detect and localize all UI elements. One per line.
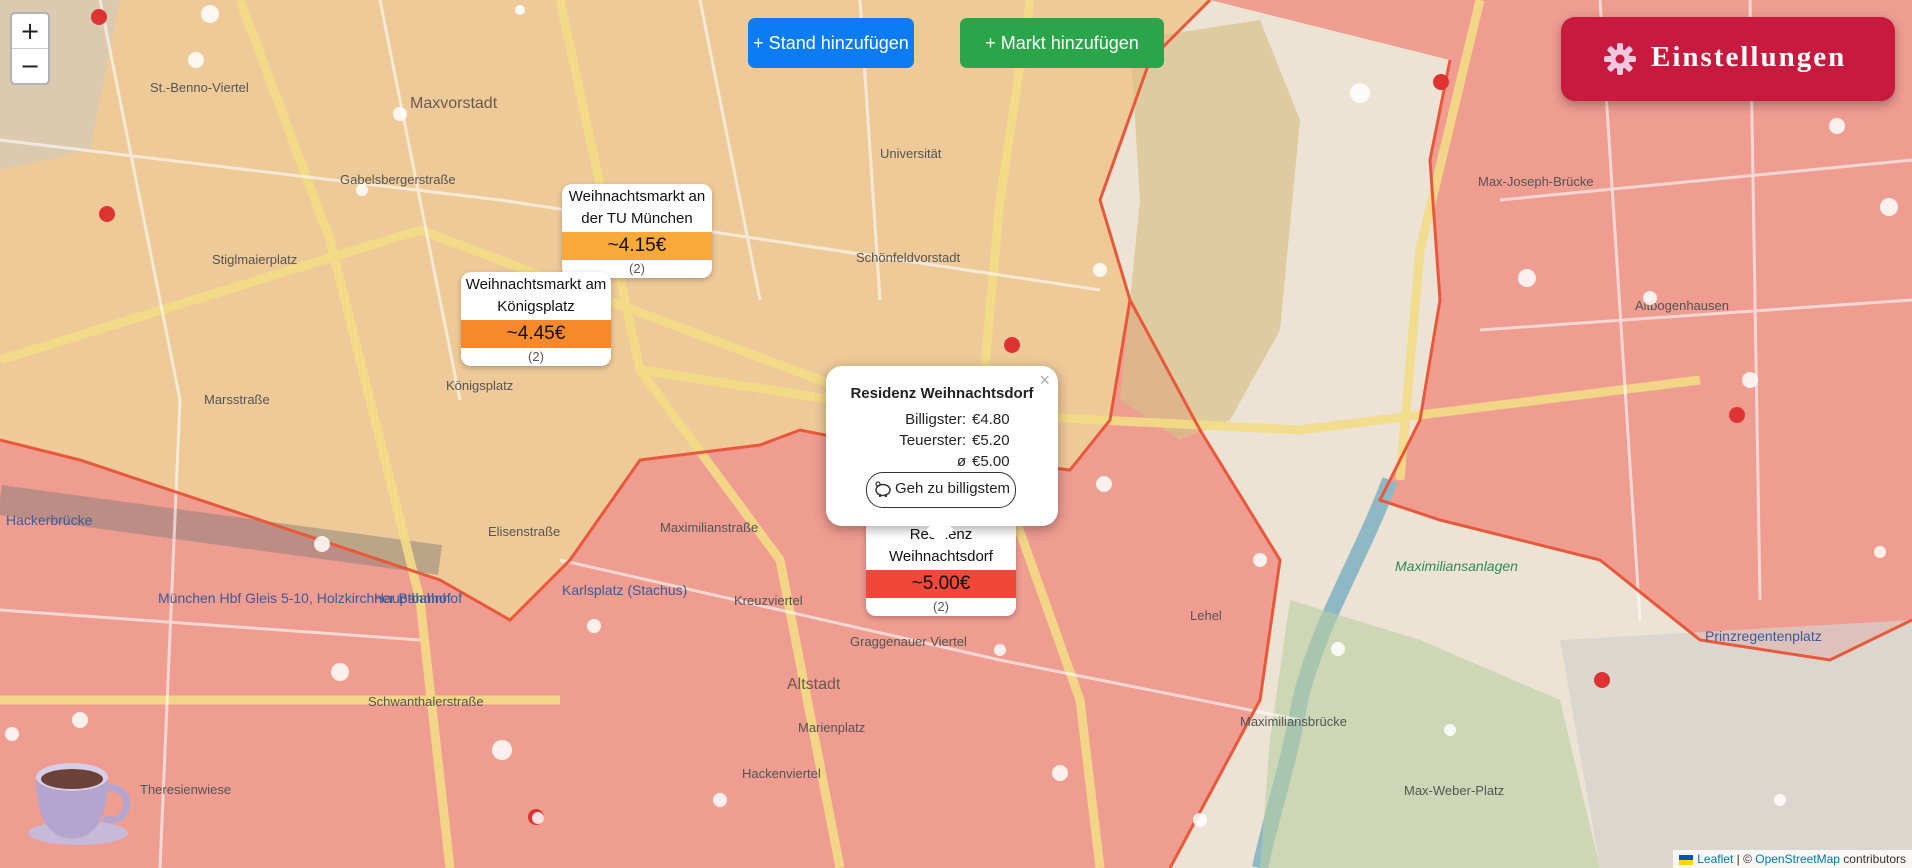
snowflake (1880, 198, 1898, 216)
snowflake (1350, 83, 1370, 103)
market-price: ~4.45€ (461, 320, 611, 348)
zoom-control: + − (10, 12, 50, 85)
place-label: Marienplatz (798, 720, 866, 735)
place-label: Hackenviertel (742, 766, 821, 781)
market-marker-tu[interactable]: Weihnachtsmarkt an der TU München ~4.15€… (562, 184, 712, 278)
add-market-button[interactable]: + Markt hinzufügen (960, 18, 1164, 68)
zoom-in-button[interactable]: + (12, 14, 48, 48)
average-value: €5.00 (972, 453, 1010, 470)
place-label: Max-Joseph-Brücke (1478, 174, 1594, 189)
place-label: Maximiliansanlagen (1395, 558, 1518, 574)
place-label: Max-Weber-Platz (1404, 783, 1505, 798)
place-label: Königsplatz (446, 378, 514, 393)
market-price: ~5.00€ (866, 570, 1016, 598)
market-price: ~4.15€ (562, 232, 712, 260)
market-name: Weihnachtsmarkt an der TU München (568, 188, 706, 227)
snowflake (188, 52, 204, 68)
snowflake (515, 5, 525, 15)
snowflake (587, 619, 601, 633)
place-label: Prinzregentenplatz (1705, 628, 1822, 644)
market-count: (2) (933, 599, 949, 614)
settings-label: Einstellungen (1651, 41, 1847, 73)
market-popup: × Residenz Weihnachtsdorf Billigster: €4… (826, 366, 1058, 545)
snowflake (5, 727, 19, 741)
snowflake (492, 740, 512, 760)
snowflake (72, 712, 88, 728)
average-label: ø (956, 453, 966, 470)
cheapest-value: €4.80 (972, 411, 1010, 428)
snowflake (1253, 553, 1267, 567)
add-stand-button[interactable]: + Stand hinzufügen (748, 18, 914, 68)
place-label: Stiglmaierplatz (212, 252, 298, 267)
snowflake (1742, 372, 1758, 388)
snowflake (314, 536, 330, 552)
place-label: Schönfeldvorstadt (856, 250, 961, 265)
snowflake (1193, 813, 1207, 827)
snowflake (356, 184, 368, 196)
place-label: Theresienwiese (140, 782, 232, 797)
snowflake (1774, 794, 1786, 806)
snowflake (1874, 546, 1886, 558)
go-button-label: Geh zu billigstem (895, 480, 1011, 497)
osm-link[interactable]: OpenStreetMap (1755, 852, 1840, 866)
popup-title: Residenz Weihnachtsdorf (850, 385, 1034, 402)
snowflake (1096, 476, 1112, 492)
map-attribution: Leaflet | © OpenStreetMap contributors (1673, 850, 1912, 868)
place-label: Maximiliansbrücke (1240, 714, 1347, 729)
snowflake (393, 107, 407, 121)
place-label: Maxvorstadt (410, 95, 498, 112)
market-count: (2) (528, 349, 544, 364)
zoom-out-button[interactable]: − (12, 48, 48, 83)
snowflake (713, 793, 727, 807)
market-name: Weihnachtsmarkt am Königsplatz (465, 276, 607, 315)
place-label: Maximilianstraße (660, 520, 759, 535)
snowflake (1331, 642, 1345, 656)
expensive-label: Teuerster: (899, 432, 966, 449)
place-label: Marsstraße (204, 392, 270, 407)
leaflet-link[interactable]: Leaflet (1697, 852, 1733, 866)
place-label: Elisenstraße (488, 524, 561, 539)
gear-icon (1604, 43, 1636, 75)
snowflake (1444, 724, 1456, 736)
place-label: Universität (880, 146, 942, 161)
place-label: Hackerbrücke (6, 512, 93, 528)
place-label: Karlsplatz (Stachus) (562, 582, 688, 598)
attribution-separator: | © (1733, 852, 1756, 866)
snowflake (1093, 263, 1107, 277)
settings-button[interactable]: Einstellungen (1561, 17, 1895, 101)
place-label: St.-Benno-Viertel (150, 80, 249, 95)
snowflake (1643, 291, 1657, 305)
place-label: Schwanthalerstraße (368, 694, 484, 709)
snowflake (201, 5, 219, 23)
market-marker-koenigsplatz[interactable]: Weihnachtsmarkt am Königsplatz ~4.45€ (2… (461, 272, 611, 366)
ukraine-flag-icon (1679, 854, 1694, 865)
map-canvas[interactable]: St.-Benno-Viertel Maxvorstadt Universität S… (0, 0, 1912, 868)
snowflake (1052, 765, 1068, 781)
snowflake (994, 644, 1006, 656)
place-label: Graggenauer Viertel (850, 634, 967, 649)
snowflake (532, 812, 544, 824)
place-label: Altstadt (787, 676, 841, 693)
snowflake (331, 663, 349, 681)
coffee-cup-icon (28, 763, 131, 845)
expensive-value: €5.20 (972, 432, 1010, 449)
place-label: Kreuzviertel (734, 593, 803, 608)
place-label: München Hbf Gleis 5-10, Holzkirchner Bah… (158, 590, 451, 606)
snowflake (1518, 269, 1536, 287)
place-label: Lehel (1190, 608, 1222, 623)
cheapest-label: Billigster: (905, 411, 966, 428)
snowflake (1829, 118, 1845, 134)
piggy-bank-icon (875, 481, 891, 497)
go-to-cheapest-button[interactable]: Geh zu billigstem (866, 472, 1016, 508)
attribution-suffix: contributors (1839, 852, 1906, 866)
